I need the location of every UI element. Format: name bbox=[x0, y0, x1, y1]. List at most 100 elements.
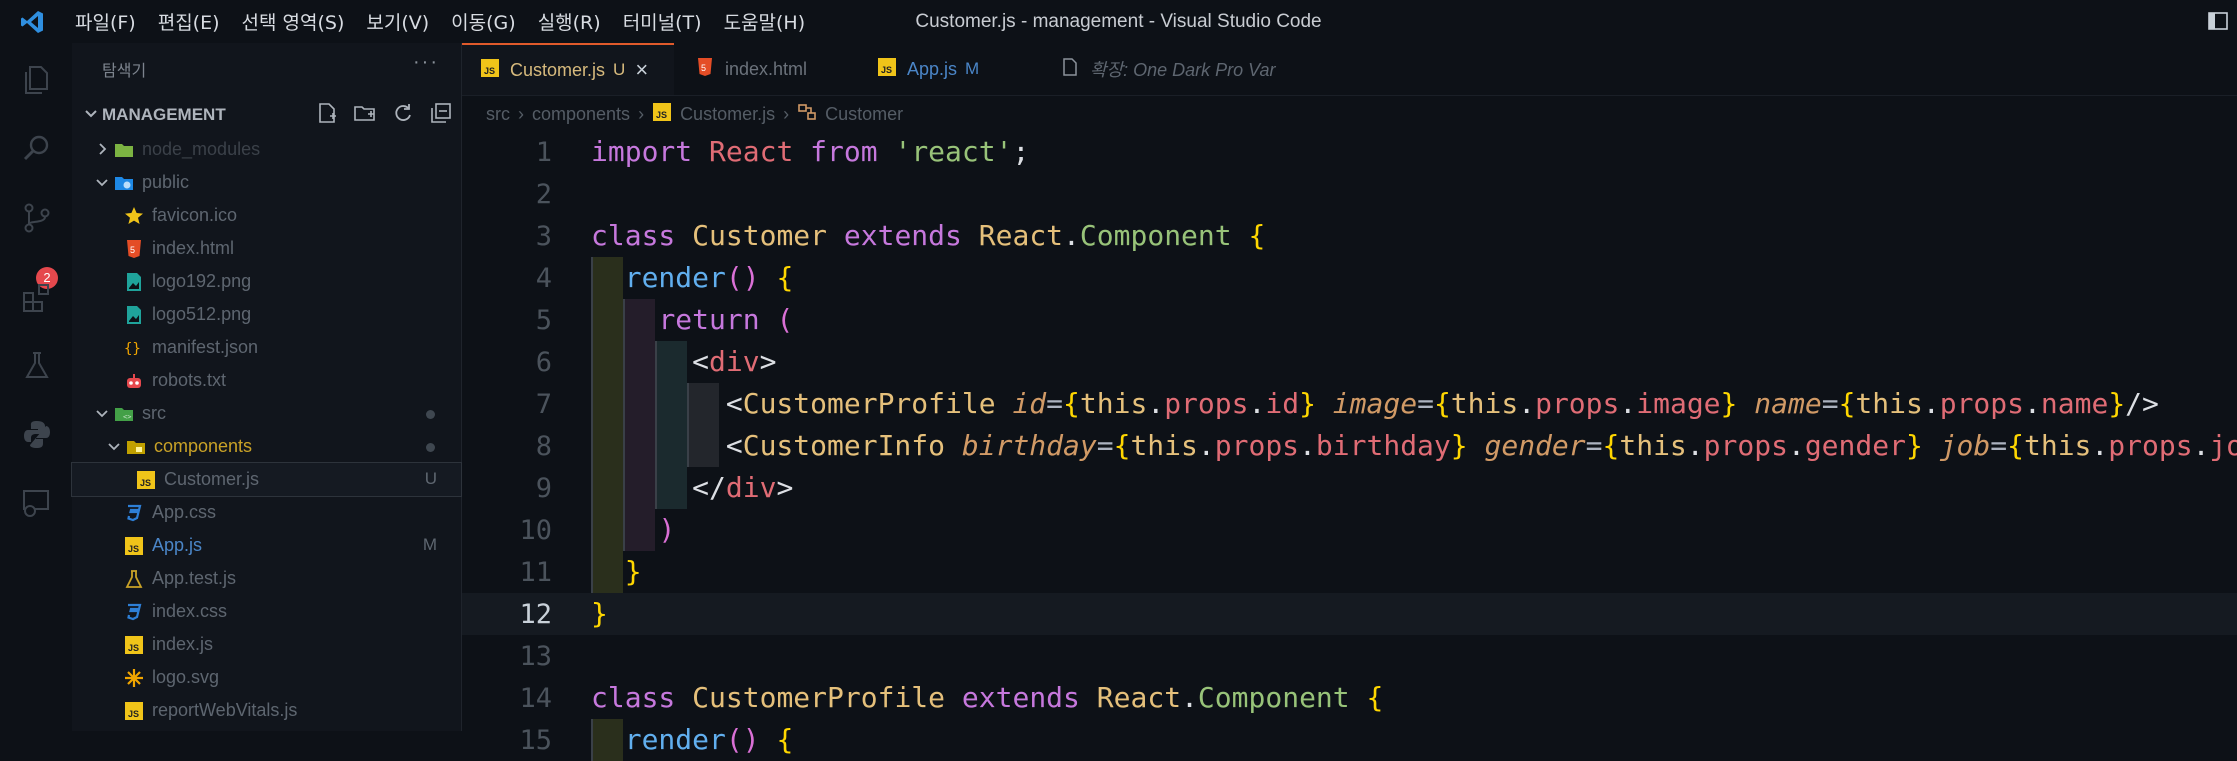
svg-icon bbox=[124, 668, 144, 688]
svg-text:5: 5 bbox=[701, 63, 706, 73]
code-line[interactable]: 3 class Customer extends React.Component … bbox=[462, 215, 2237, 257]
code-line[interactable]: 14 class CustomerProfile extends React.Co… bbox=[462, 677, 2237, 719]
code-line[interactable]: 11 } bbox=[462, 551, 2237, 593]
menu-item-5[interactable]: 실행(R) bbox=[527, 8, 612, 35]
extensions-icon[interactable] bbox=[18, 279, 56, 317]
tab-label: 확장: One Dark Pro Var bbox=[1090, 60, 1276, 80]
code-text: ) bbox=[658, 513, 676, 546]
code-line[interactable]: 4 render() { bbox=[462, 257, 2237, 299]
chevron-right-icon: › bbox=[518, 103, 524, 124]
explorer-title: 탐색기 bbox=[102, 61, 147, 80]
tree-file-item[interactable]: logo192.png bbox=[72, 265, 461, 298]
python-icon[interactable] bbox=[18, 415, 56, 453]
tree-item-label: index.js bbox=[152, 634, 214, 654]
breadcrumb-item[interactable]: components bbox=[532, 104, 630, 125]
code-line[interactable]: 13 bbox=[462, 635, 2237, 677]
search-icon[interactable] bbox=[18, 129, 56, 167]
tree-file-item[interactable]: JS reportWebVitals.js bbox=[72, 694, 461, 727]
tree-folder-item[interactable]: node_modules bbox=[72, 133, 461, 166]
menu-item-4[interactable]: 이동(G) bbox=[440, 8, 527, 35]
tree-file-item[interactable]: {} manifest.json bbox=[72, 331, 461, 364]
code-line[interactable]: 6 <div> bbox=[462, 341, 2237, 383]
tree-file-item[interactable]: logo.svg bbox=[72, 661, 461, 694]
code-line[interactable]: 15 render() { bbox=[462, 719, 2237, 761]
editor-tabs: JS Customer.js U × 5 index.html JS App.js M 확장: O… bbox=[462, 43, 2237, 96]
menu-item-3[interactable]: 보기(V) bbox=[355, 8, 440, 35]
code-line[interactable]: 7 <CustomerProfile id={this.props.id} im… bbox=[462, 383, 2237, 425]
code-line[interactable]: 12} bbox=[462, 593, 2237, 635]
breadcrumb-item[interactable]: src bbox=[486, 104, 510, 125]
remote-explorer-icon[interactable] bbox=[18, 483, 56, 521]
project-section-header[interactable]: MANAGEMENT bbox=[72, 99, 461, 129]
svg-text:{}: {} bbox=[124, 341, 141, 357]
tree-file-item[interactable]: favicon.ico bbox=[72, 199, 461, 232]
code-line[interactable]: 9 </div> bbox=[462, 467, 2237, 509]
tree-file-item[interactable]: logo512.png bbox=[72, 298, 461, 331]
breadcrumb-item[interactable]: Customer.js bbox=[680, 104, 775, 125]
folder-src-icon: <> bbox=[114, 404, 134, 424]
more-actions-icon[interactable]: ··· bbox=[413, 51, 439, 74]
tree-file-item[interactable]: JS Customer.js U bbox=[71, 462, 462, 497]
image-icon bbox=[124, 305, 144, 325]
editor-tab[interactable]: JS App.js M bbox=[859, 43, 1039, 95]
menu-bar: 파일(F) 편집(E) 선택 영역(S) 보기(V) 이동(G) 실행(R) 터미널(T) 도… bbox=[64, 0, 816, 43]
js-icon: JS bbox=[124, 536, 144, 556]
js-icon: JS bbox=[480, 58, 500, 83]
code-line[interactable]: 5 return ( bbox=[462, 299, 2237, 341]
class-symbol-icon bbox=[797, 102, 817, 127]
json-icon: {} bbox=[124, 338, 144, 358]
tree-folder-item[interactable]: components bbox=[72, 430, 461, 463]
menu-item-6[interactable]: 터미널(T) bbox=[612, 8, 713, 35]
line-number: 15 bbox=[519, 725, 552, 756]
editor-tab[interactable]: JS Customer.js U × bbox=[462, 43, 674, 95]
tree-file-item[interactable]: App.test.js bbox=[72, 562, 461, 595]
line-number: 7 bbox=[535, 389, 552, 420]
tab-label: Customer.js bbox=[510, 59, 606, 80]
collapse-all-icon[interactable] bbox=[429, 101, 453, 125]
tree-item-label: logo.svg bbox=[152, 667, 220, 687]
refresh-icon[interactable] bbox=[391, 101, 415, 125]
folder-components-icon bbox=[126, 437, 146, 457]
code-text: } bbox=[624, 555, 642, 588]
tree-item-label: reportWebVitals.js bbox=[152, 700, 298, 720]
editor-tab[interactable]: 확장: One Dark Pro Var bbox=[1042, 43, 1332, 95]
code-text: class Customer extends React.Component { bbox=[591, 219, 1266, 252]
code-text: import React from 'react'; bbox=[591, 135, 1030, 168]
tree-file-item[interactable]: robots.txt bbox=[72, 364, 461, 397]
toggle-sidebar-icon[interactable] bbox=[2207, 10, 2229, 32]
js-icon: JS bbox=[124, 635, 144, 655]
code-line[interactable]: 10 ) bbox=[462, 509, 2237, 551]
tree-item-label: src bbox=[142, 403, 166, 423]
menu-item-7[interactable]: 도움말(H) bbox=[713, 8, 817, 35]
line-number: 10 bbox=[519, 515, 552, 546]
menu-item-0[interactable]: 파일(F) bbox=[64, 8, 147, 35]
tree-item-label: App.js bbox=[152, 535, 203, 555]
code-line[interactable]: 2 bbox=[462, 173, 2237, 215]
new-file-icon[interactable] bbox=[315, 101, 339, 125]
breadcrumb-item[interactable]: Customer bbox=[825, 104, 903, 125]
tree-file-item[interactable]: index.css bbox=[72, 595, 461, 628]
chevron-down-icon bbox=[96, 179, 108, 187]
tree-file-item[interactable]: JS App.js M bbox=[72, 529, 461, 562]
code-line[interactable]: 8 <CustomerInfo birthday={this.props.bir… bbox=[462, 425, 2237, 467]
editor-tab[interactable]: 5 index.html bbox=[677, 43, 855, 95]
tree-file-item[interactable]: JS index.js bbox=[72, 628, 461, 661]
vscode-logo-icon bbox=[0, 0, 64, 43]
activity-bar: 2 bbox=[0, 43, 72, 731]
source-control-icon[interactable] bbox=[18, 199, 56, 237]
tree-item-label: robots.txt bbox=[152, 370, 227, 390]
code-line[interactable]: 1 import React from 'react'; bbox=[462, 131, 2237, 173]
folder-node-icon bbox=[114, 140, 134, 160]
explorer-icon[interactable] bbox=[18, 61, 56, 99]
new-folder-icon[interactable] bbox=[353, 101, 377, 125]
tree-folder-item[interactable]: <> src bbox=[72, 397, 461, 430]
menu-item-2[interactable]: 선택 영역(S) bbox=[231, 8, 356, 35]
close-icon[interactable]: × bbox=[635, 57, 648, 83]
testing-icon[interactable] bbox=[18, 347, 56, 385]
menu-item-1[interactable]: 편집(E) bbox=[147, 8, 231, 35]
tree-file-item[interactable]: 5 index.html bbox=[72, 232, 461, 265]
tab-status: U bbox=[613, 60, 626, 79]
tree-file-item[interactable]: App.css bbox=[72, 496, 461, 529]
tree-folder-item[interactable]: public bbox=[72, 166, 461, 199]
breadcrumb: src › components › JS Customer.js › Customer bbox=[486, 100, 903, 128]
